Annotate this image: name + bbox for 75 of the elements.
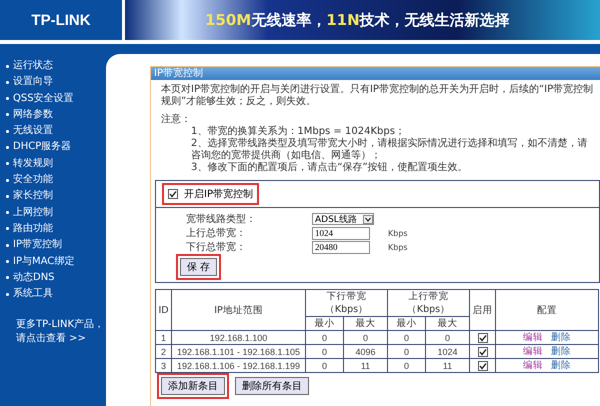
line-type-dropdown[interactable]: ADSL线路 [312, 213, 374, 225]
sidebar-item[interactable]: IP与MAC绑定 [6, 256, 106, 268]
edit-link[interactable]: 编辑 [523, 346, 543, 357]
table-header: 最小 [388, 316, 426, 330]
action-button[interactable]: 删除所有条目 [235, 377, 309, 395]
checkbox[interactable] [168, 189, 178, 199]
sidebar-item[interactable]: 家长控制 [6, 190, 106, 202]
sidebar-item[interactable]: 系统工具 [6, 288, 106, 300]
sidebar-item[interactable]: 运行状态 [6, 60, 106, 72]
delete-link[interactable]: 删除 [551, 346, 571, 357]
sidebar-item[interactable]: 设置向导 [6, 76, 106, 88]
table-cell: 192.168.1.106 - 192.168.1.199 [172, 358, 306, 372]
table-header: 最大 [426, 316, 470, 330]
table-header: 最小 [306, 316, 344, 330]
checkbox-label: 开启IP带宽控制 [184, 188, 253, 201]
sidebar-item[interactable]: DHCP服务器 [6, 141, 106, 154]
sidebar-item[interactable]: 上网控制 [6, 206, 106, 219]
sidebar-item[interactable]: IP带宽控制 [6, 239, 106, 252]
sidebar-item[interactable]: 转发规则 [6, 158, 106, 170]
checkbox[interactable] [478, 346, 488, 357]
panel-title: IP带宽控制 [151, 67, 600, 80]
table-cell: 0 [388, 344, 426, 358]
more-products-link[interactable]: 请点击查看 >> [16, 332, 106, 346]
table-cell: 0 [344, 330, 388, 344]
table-cell: 1024 [426, 344, 470, 358]
note-label: 注意： [161, 114, 192, 126]
table-cell: 0 [426, 330, 470, 344]
table-cell: 2 [156, 344, 172, 358]
table-header: 下行带宽（Kbps） [306, 290, 388, 316]
sidebar-item[interactable]: 无线设置 [6, 125, 106, 138]
table-cell: 192.168.1.101 - 192.168.1.105 [172, 344, 306, 358]
table-cell: 0 [306, 330, 344, 344]
edit-link[interactable]: 编辑 [523, 332, 543, 343]
checkbox[interactable] [478, 332, 488, 343]
note-text: 1、带宽的换算关系为：1Mbps = 1024Kbps； [191, 126, 406, 138]
table-cell: 0 [388, 358, 426, 372]
intro-text: 本页对IP带宽控制的开启与关闭进行设置。只有IP带宽控制的总开关为开启时，后续的“IP带宽控制规则”才能够生效；反之，则失效。 [161, 84, 594, 108]
more-products-link[interactable]: 更多TP-LINK产品， [16, 318, 106, 332]
table-cell: 1 [156, 330, 172, 344]
banner-slogan: 150M无线速率，11N技术，无线生活新选择 [125, 0, 600, 40]
sidebar-item[interactable]: 动态DNS [6, 272, 106, 284]
table-cell: 192.168.1.100 [172, 330, 306, 344]
table-cell: 3 [156, 358, 172, 372]
input-field[interactable]: 20480 [312, 240, 370, 254]
save-button[interactable]: 保 存 [180, 258, 218, 276]
table-cell: 11 [426, 358, 470, 372]
table-cell: 0 [388, 330, 426, 344]
sidebar-item[interactable]: 安全功能 [6, 174, 106, 186]
table-header: 配置 [496, 290, 598, 330]
edit-link[interactable]: 编辑 [523, 360, 543, 371]
sidebar-item[interactable]: 网络参数 [6, 108, 106, 121]
checkbox[interactable] [478, 360, 488, 371]
sidebar-item[interactable]: 路由功能 [6, 222, 106, 235]
table-header: 上行带宽（Kbps） [388, 290, 470, 316]
table-cell: 0 [306, 344, 344, 358]
table-header: IP地址范围 [172, 290, 306, 330]
note-text: 3、修改下面的配置项后，请点击“保存”按钮，使配置项生效。 [191, 162, 469, 174]
chevron-down-icon [363, 214, 373, 224]
note-text: 2、选择宽带线路类型及填写带宽大小时，请根据实际情况进行选择和填写，如不清楚，请咨询您的宽带提供商（如电信、网通等）； [191, 138, 588, 162]
setting-label: 下行总带宽： [186, 240, 247, 254]
delete-link[interactable]: 删除 [551, 332, 571, 343]
table-cell: 4096 [344, 344, 388, 358]
unit-label: Kbps [388, 228, 408, 238]
input-field[interactable]: 1024 [312, 226, 370, 240]
setting-label: 上行总带宽： [186, 226, 247, 240]
sidebar-item[interactable]: QSS安全设置 [6, 92, 106, 105]
table-cell: 11 [344, 358, 388, 372]
table-header: ID [156, 290, 172, 330]
action-button[interactable]: 添加新条目 [161, 377, 225, 395]
unit-label: Kbps [388, 242, 408, 252]
setting-label: 宽带线路类型： [186, 212, 257, 226]
table-cell: 0 [306, 358, 344, 372]
table-header: 启用 [470, 290, 496, 330]
table-header: 最大 [344, 316, 388, 330]
delete-link[interactable]: 删除 [551, 360, 571, 371]
